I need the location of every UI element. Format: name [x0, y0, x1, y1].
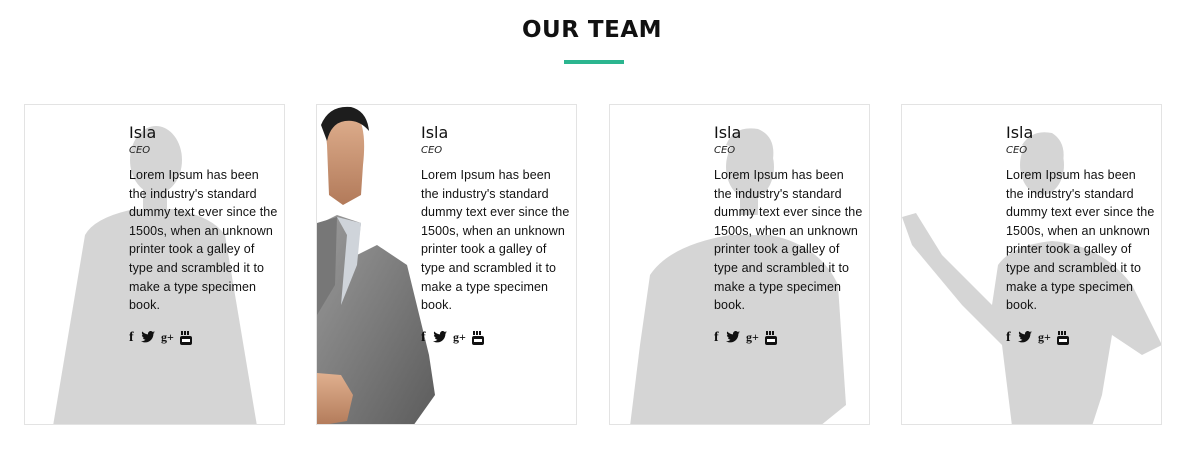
facebook-icon[interactable]: f [714, 330, 720, 344]
member-name: Isla [421, 123, 449, 142]
google-plus-icon[interactable]: g+ [746, 330, 759, 344]
facebook-icon[interactable]: f [421, 330, 427, 344]
social-links: f g+ [421, 330, 571, 345]
team-card-active[interactable]: Isla CEO Lorem Ipsum has been the indust… [316, 104, 577, 425]
social-links: f g+ [129, 330, 279, 345]
social-links: f g+ [1006, 330, 1156, 345]
team-card[interactable]: Isla CEO Lorem Ipsum has been the indust… [901, 104, 1162, 425]
google-plus-icon[interactable]: g+ [453, 330, 466, 344]
member-name: Isla [129, 123, 157, 142]
member-info: Isla CEO Lorem Ipsum has been the indust… [129, 123, 279, 345]
section-title: OUR TEAM [521, 17, 663, 43]
facebook-icon[interactable]: f [1006, 330, 1012, 344]
youtube-icon[interactable] [1056, 330, 1069, 345]
twitter-icon[interactable] [1018, 330, 1032, 344]
member-info: Isla CEO Lorem Ipsum has been the indust… [421, 123, 571, 345]
facebook-icon[interactable]: f [129, 330, 135, 344]
google-plus-icon[interactable]: g+ [1038, 330, 1051, 344]
twitter-icon[interactable] [726, 330, 740, 344]
member-info: Isla CEO Lorem Ipsum has been the indust… [1006, 123, 1156, 345]
member-bio: Lorem Ipsum has been the industry's stan… [421, 168, 570, 313]
member-name: Isla [714, 123, 742, 142]
team-section: OUR TEAM Isla CEO Lorem Ipsum has been t… [0, 0, 1184, 449]
twitter-icon[interactable] [141, 330, 155, 344]
member-role: CEO [1006, 145, 1028, 156]
social-links: f g+ [714, 330, 864, 345]
member-role: CEO [421, 145, 443, 156]
member-role: CEO [714, 145, 736, 156]
team-card[interactable]: Isla CEO Lorem Ipsum has been the indust… [609, 104, 870, 425]
youtube-icon[interactable] [764, 330, 777, 345]
google-plus-icon[interactable]: g+ [161, 330, 174, 344]
member-bio: Lorem Ipsum has been the industry's stan… [129, 168, 278, 313]
member-bio: Lorem Ipsum has been the industry's stan… [1006, 168, 1155, 313]
twitter-icon[interactable] [433, 330, 447, 344]
member-role: CEO [129, 145, 151, 156]
youtube-icon[interactable] [471, 330, 484, 345]
team-card[interactable]: Isla CEO Lorem Ipsum has been the indust… [24, 104, 285, 425]
title-underline [564, 60, 624, 64]
youtube-icon[interactable] [179, 330, 192, 345]
member-name: Isla [1006, 123, 1034, 142]
member-bio: Lorem Ipsum has been the industry's stan… [714, 168, 863, 313]
member-info: Isla CEO Lorem Ipsum has been the indust… [714, 123, 864, 345]
